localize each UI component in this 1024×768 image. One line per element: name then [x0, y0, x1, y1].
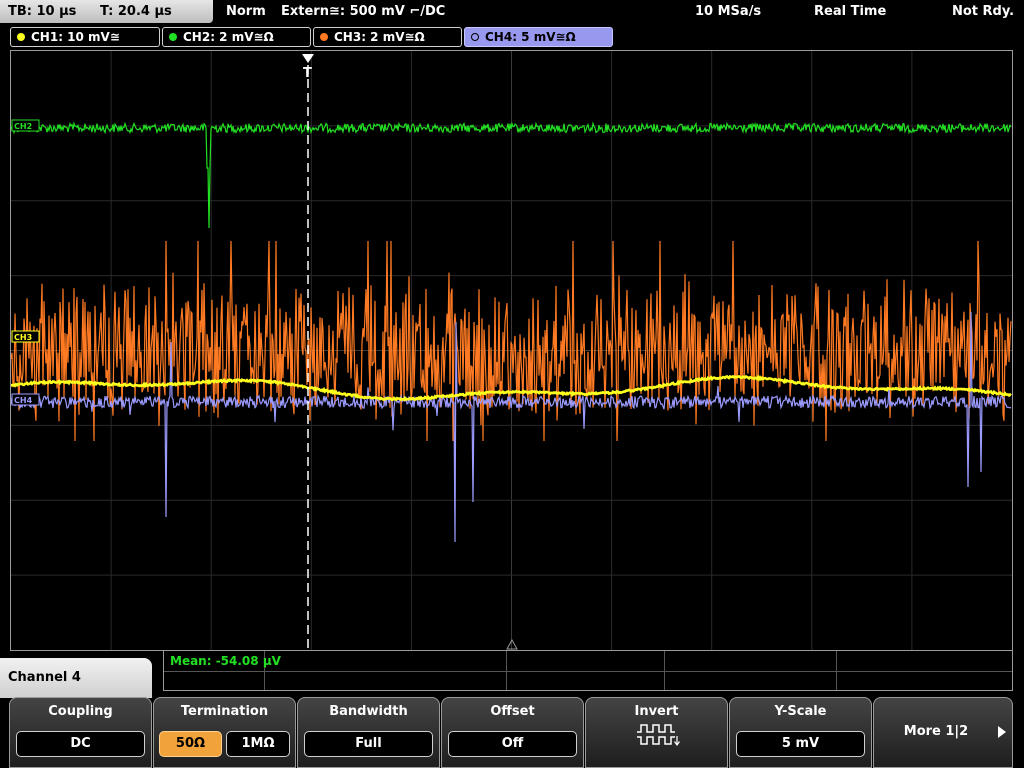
ch2-ground-marker[interactable]: CH2 — [11, 119, 40, 132]
softkey-bar: Coupling DC Termination 50Ω 1MΩ Bandwidt… — [0, 697, 1024, 768]
channel-tab-label: CH3: 2 mV≅Ω — [334, 30, 425, 44]
trigger-marker-label: T — [303, 66, 312, 81]
more-arrow-icon — [998, 726, 1006, 738]
offset-softkey[interactable]: Offset Off — [441, 697, 584, 768]
trigger-mode[interactable]: Norm — [226, 4, 266, 19]
timebase-value: TB: 10 µs — [8, 4, 77, 19]
channel-tab-label: CH2: 2 mV≅Ω — [183, 30, 274, 44]
channel-tab-ch1[interactable]: CH1: 10 mV≅ — [10, 27, 160, 47]
bandwidth-label: Bandwidth — [329, 704, 408, 719]
square-wave-invert-icon — [637, 724, 680, 747]
timebase-box[interactable]: TB: 10 µs T: 20.4 µs — [0, 0, 213, 23]
yscale-label: Y-Scale — [774, 704, 827, 719]
waveform-display[interactable]: T CH2 CH3 CH4 — [10, 50, 1013, 651]
status-bar: TB: 10 µs T: 20.4 µs Norm Extern≅: 500 m… — [0, 0, 1024, 24]
channel-tab-label: CH1: 10 mV≅ — [31, 30, 120, 44]
termination-50ohm-option[interactable]: 50Ω — [159, 731, 222, 757]
mean-measurement: Mean: -54.08 µV — [170, 654, 281, 668]
offset-label: Offset — [490, 704, 535, 719]
ch2-color-dot — [169, 33, 177, 41]
menu-title: Channel 4 — [0, 658, 152, 698]
waveform-svg: T CH2 CH3 CH4 — [11, 51, 1012, 650]
bandwidth-softkey[interactable]: Bandwidth Full — [297, 697, 440, 768]
trigger-source[interactable]: Extern≅: 500 mV ⌐/DC — [281, 4, 445, 19]
bandwidth-value[interactable]: Full — [304, 731, 433, 757]
channel-tab-ch2[interactable]: CH2: 2 mV≅Ω — [162, 27, 311, 47]
trigger-time-value: T: 20.4 µs — [100, 4, 172, 19]
more-softkey[interactable]: More 1|2 — [873, 697, 1013, 768]
offset-value[interactable]: Off — [448, 731, 577, 757]
meas-divider-h — [164, 671, 1012, 672]
sample-rate: 10 MSa/s — [695, 4, 762, 19]
acquisition-mode: Real Time — [814, 4, 887, 19]
ch3-ground-marker[interactable]: CH3 — [11, 330, 40, 343]
channel-tabs: CH1: 10 mV≅ CH2: 2 mV≅Ω CH3: 2 mV≅Ω CH4:… — [0, 26, 1024, 48]
trigger-arrow-icon[interactable] — [302, 54, 314, 63]
invert-softkey[interactable]: Invert — [585, 697, 728, 768]
ch4-ground-marker[interactable]: CH4 — [11, 393, 40, 406]
termination-softkey[interactable]: Termination 50Ω 1MΩ — [153, 697, 296, 768]
ch3-color-dot — [320, 33, 328, 41]
channel-tab-ch4[interactable]: CH4: 5 mV≅Ω — [464, 27, 613, 47]
ch2-marker-text: CH2 — [14, 122, 32, 131]
ch1-color-dot — [17, 33, 25, 41]
ch3-marker-text: CH3 — [14, 333, 32, 342]
termination-1mohm-option[interactable]: 1MΩ — [226, 731, 290, 757]
termination-label: Termination — [180, 704, 269, 719]
coupling-softkey[interactable]: Coupling DC — [9, 697, 152, 768]
yscale-softkey[interactable]: Y-Scale 5 mV — [729, 697, 872, 768]
channel-tab-label: CH4: 5 mV≅Ω — [485, 30, 576, 44]
more-label: More 1|2 — [903, 724, 969, 739]
invert-label: Invert — [634, 704, 679, 719]
measurement-panel: Mean: -54.08 µV — [163, 651, 1013, 691]
ch4-ring-dot — [471, 33, 479, 41]
ch4-marker-text: CH4 — [14, 396, 33, 405]
coupling-value[interactable]: DC — [16, 731, 145, 757]
coupling-label: Coupling — [48, 704, 113, 719]
channel-tab-ch3[interactable]: CH3: 2 mV≅Ω — [313, 27, 462, 47]
acquisition-status: Not Rdy. — [952, 4, 1015, 19]
yscale-value[interactable]: 5 mV — [736, 731, 865, 757]
